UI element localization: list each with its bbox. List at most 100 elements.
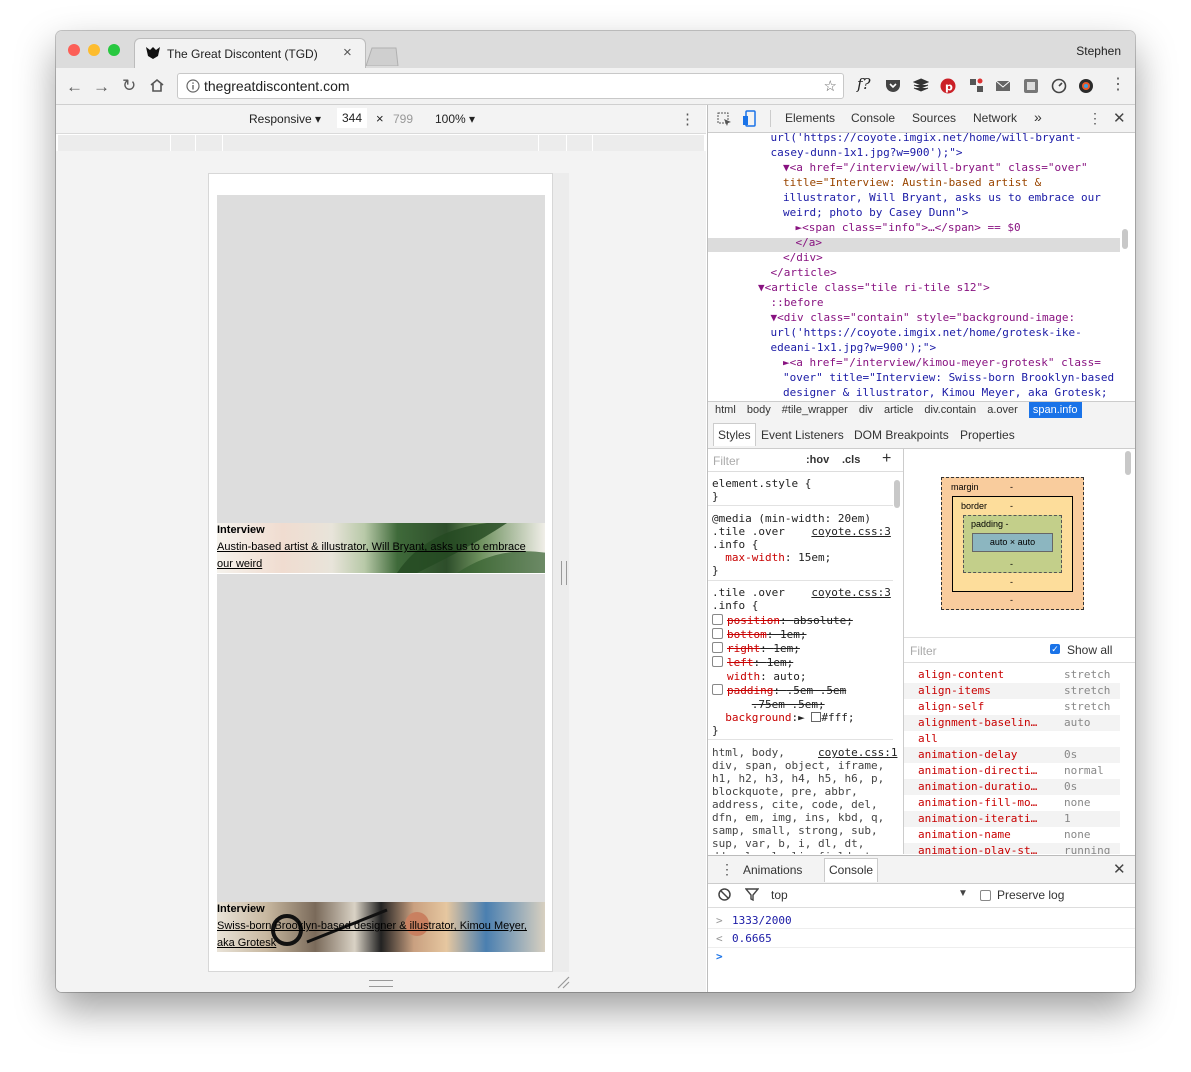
style-declaration[interactable]: width: auto;	[712, 670, 853, 684]
url-text[interactable]: thegreatdiscontent.com	[204, 78, 350, 94]
dom-scrollbar[interactable]	[1122, 229, 1128, 249]
dom-node-line[interactable]: "over" title="Interview: Swiss-born Broo…	[783, 371, 1114, 384]
article-tile-will-bryant[interactable]: Interview Austin-based artist & illustra…	[217, 195, 545, 573]
style-declaration[interactable]: position: absolute;	[712, 614, 853, 628]
address-bar[interactable]: thegreatdiscontent.com ☆	[177, 73, 844, 99]
dom-tree[interactable]: url('https://coyote.imgix.net/home/will-…	[708, 133, 1120, 400]
dom-node-line[interactable]: url('https://coyote.imgix.net/home/grote…	[771, 326, 1082, 339]
property-value[interactable]: 1em;	[780, 628, 807, 641]
element-style-rule[interactable]: element.style { }	[712, 477, 811, 503]
property-name[interactable]: padding	[727, 684, 773, 697]
dom-node-line[interactable]: </article>	[771, 266, 837, 279]
media-query-ruler[interactable]	[58, 135, 704, 151]
dom-node-line[interactable]: ►<a href="/interview/kimou-meyer-grotesk…	[783, 356, 1101, 369]
color-wheel-extension-icon[interactable]	[1078, 78, 1094, 94]
drawer-menu-icon[interactable]: ⋮	[720, 861, 734, 878]
subtab-dom-breakpoints[interactable]: DOM Breakpoints	[854, 428, 949, 442]
resize-corner-icon[interactable]	[556, 975, 570, 989]
cls-toggle[interactable]: .cls	[842, 454, 860, 466]
crumb-a-over[interactable]: a.over	[987, 404, 1018, 416]
property-name[interactable]: right	[727, 642, 760, 655]
dom-node-line[interactable]: casey-dunn-1x1.jpg?w=900');">	[771, 146, 963, 159]
color-swatch[interactable]	[811, 712, 822, 722]
bookmark-star-icon[interactable]: ☆	[824, 77, 837, 95]
tab-elements[interactable]: Elements	[785, 111, 835, 125]
subtab-event-listeners[interactable]: Event Listeners	[761, 428, 844, 442]
style-declaration[interactable]: padding: .5em .5em	[712, 684, 853, 698]
eyedropper-extension-icon[interactable]	[968, 77, 984, 94]
viewport-height-input[interactable]: 799	[393, 112, 413, 126]
reset-rule[interactable]: html, body, coyote.css:1	[712, 746, 897, 759]
reload-icon[interactable]: ↻	[122, 77, 136, 94]
computed-scrollbar[interactable]	[1125, 451, 1131, 475]
box-margin[interactable]: margin - - border - - padding - - auto ×…	[941, 477, 1084, 610]
dom-node-line[interactable]: designer & illustrator, Kimou Meyer, aka…	[783, 386, 1108, 399]
dom-node-line[interactable]: ::before	[771, 296, 824, 309]
tab-tgd[interactable]: The Great Discontent (TGD) ×	[134, 38, 366, 68]
declaration-checkbox[interactable]	[712, 684, 723, 695]
subtab-styles[interactable]: Styles	[713, 423, 756, 446]
style-declaration[interactable]: right: 1em;	[712, 642, 853, 656]
property-name[interactable]: position	[727, 614, 780, 627]
tab-sources[interactable]: Sources	[912, 111, 956, 125]
dom-selected-row[interactable]	[708, 238, 1120, 252]
crumb-body[interactable]: body	[747, 404, 771, 416]
styles-filter-input[interactable]: Filter	[713, 454, 740, 468]
more-tabs-icon[interactable]: »	[1034, 109, 1042, 125]
computed-filter-input[interactable]: Filter	[910, 644, 937, 658]
property-value[interactable]: 1em;	[767, 656, 794, 669]
property-value[interactable]: 15em;	[798, 551, 831, 564]
tab-network[interactable]: Network	[973, 111, 1017, 125]
rule-source-link[interactable]: coyote.css:1	[818, 746, 897, 759]
declaration-checkbox[interactable]	[712, 642, 723, 653]
console-context-select[interactable]: top	[771, 888, 788, 902]
info-icon[interactable]	[186, 79, 200, 93]
styles-scrollbar[interactable]	[894, 480, 900, 508]
over-info-rule[interactable]: .tile .over coyote.css:3 .info {	[712, 586, 891, 612]
device-mode-select[interactable]: Responsive ▾	[249, 112, 321, 126]
preserve-log-checkbox[interactable]	[980, 890, 991, 901]
device-toolbar-menu-icon[interactable]: ⋮	[680, 110, 695, 128]
computed-property-row[interactable]: all	[904, 731, 1120, 747]
crumb-article[interactable]: article	[884, 404, 913, 416]
new-tab-button[interactable]	[364, 46, 400, 66]
property-value[interactable]: absolute;	[793, 614, 853, 627]
box-padding[interactable]: padding - - auto × auto	[963, 515, 1062, 573]
dom-node-line[interactable]: ▼<a href="/interview/will-bryant" class=…	[783, 161, 1088, 174]
dom-node-line[interactable]: ▼<div class="contain" style="background-…	[771, 311, 1076, 324]
property-name[interactable]: max-width	[725, 551, 785, 564]
computed-property-row[interactable]: alignment-baselin… auto	[904, 715, 1120, 731]
background-prop[interactable]: background	[725, 711, 791, 724]
crumb-div-contain[interactable]: div.contain	[924, 404, 976, 416]
dom-node-line[interactable]: ▼<article class="tile ri-tile s12">	[758, 281, 990, 294]
property-value[interactable]: auto;	[773, 670, 806, 683]
timer-extension-icon[interactable]	[1051, 78, 1067, 94]
chrome-menu-icon[interactable]: ⋮	[1110, 77, 1126, 93]
crumb-span-info[interactable]: span.info	[1028, 402, 1082, 418]
home-icon[interactable]	[149, 78, 165, 93]
clear-console-icon[interactable]	[718, 888, 731, 901]
computed-property-row[interactable]: animation-fill-mo… none	[904, 795, 1120, 811]
close-window-button[interactable]	[68, 44, 80, 56]
declaration-checkbox[interactable]	[712, 656, 723, 667]
subtab-properties[interactable]: Properties	[960, 428, 1015, 442]
dom-node-line[interactable]: </div>	[783, 251, 823, 264]
media-rule[interactable]: @media (min-width: 20em) .tile .over coy…	[712, 512, 891, 577]
devtools-menu-icon[interactable]: ⋮	[1088, 110, 1102, 127]
computed-property-row[interactable]: align-self stretch	[904, 699, 1120, 715]
property-name[interactable]: bottom	[727, 628, 767, 641]
crumb-div[interactable]: div	[859, 404, 873, 416]
declaration-checkbox[interactable]	[712, 628, 723, 639]
computed-property-row[interactable]: animation-directi… normal	[904, 763, 1120, 779]
viewport-width-input[interactable]: 344	[337, 108, 367, 128]
resize-handle-right[interactable]	[561, 561, 567, 585]
devtools-close-icon[interactable]: ✕	[1113, 109, 1126, 127]
article-tile-grotesk[interactable]: Interview Swiss-born Brooklyn-based desi…	[217, 574, 545, 952]
computed-property-row[interactable]: animation-play-st… running	[904, 843, 1120, 854]
style-declaration[interactable]: bottom: 1em;	[712, 628, 853, 642]
pinterest-extension-icon[interactable]: p	[940, 78, 956, 94]
tile-link[interactable]: Swiss-born Brooklyn-based designer & ill…	[217, 920, 527, 949]
rule-source-link[interactable]: coyote.css:3	[811, 586, 890, 599]
background-value[interactable]: #fff;	[821, 711, 854, 724]
style-declaration[interactable]: left: 1em;	[712, 656, 853, 670]
